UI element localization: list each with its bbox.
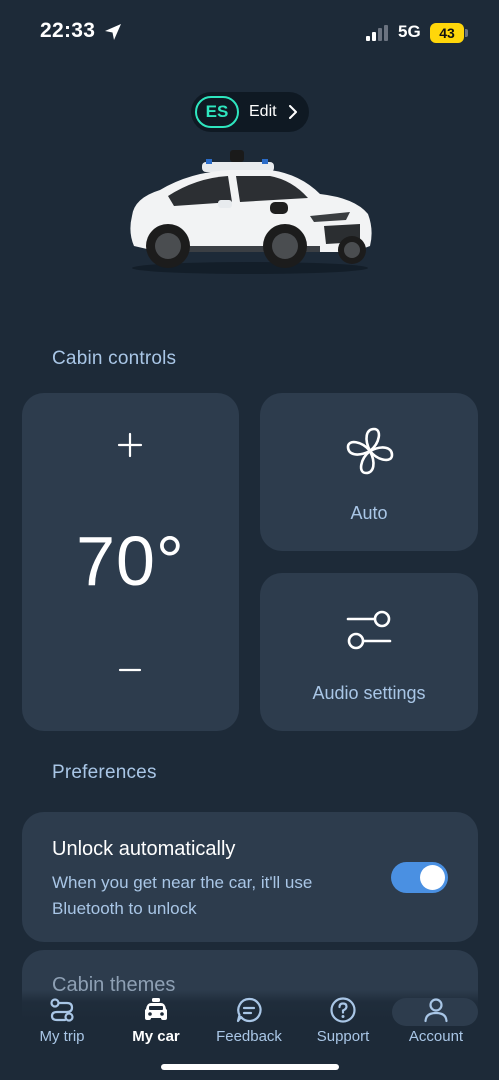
nav-label-my-car: My car [132, 1028, 180, 1045]
fan-label: Auto [350, 503, 388, 523]
help-icon [330, 997, 356, 1023]
nav-my-car[interactable]: My car [111, 996, 201, 1052]
home-indicator [161, 1064, 339, 1070]
chat-icon [236, 997, 262, 1023]
chevron-right-icon [289, 105, 297, 119]
minus-icon[interactable] [118, 658, 142, 682]
nav-label-feedback: Feedback [216, 1028, 282, 1045]
route-icon [50, 998, 74, 1022]
cabin-controls-title: Cabin controls [52, 348, 177, 369]
edit-label: Edit [249, 103, 277, 120]
unlock-toggle[interactable] [391, 862, 448, 893]
status-bar: 22:33 5G 43 [0, 0, 499, 66]
nav-my-trip[interactable]: My trip [17, 996, 107, 1052]
nav-label-account: Account [408, 1028, 464, 1045]
nav-label-support: Support [316, 1028, 370, 1045]
audio-settings-button[interactable]: Audio settings [260, 573, 478, 731]
car-icon [145, 998, 167, 1020]
preferences-title: Preferences [52, 762, 157, 783]
nav-label-my-trip: My trip [39, 1028, 85, 1045]
battery-cap [465, 29, 468, 37]
unlock-title: Unlock automatically [52, 838, 236, 860]
unlock-description: When you get near the car, it'll use Blu… [52, 873, 313, 918]
my-car-screen: 22:33 5G 43 ES Edit Cabin controls 70° A… [0, 0, 499, 1080]
sliders-icon [346, 610, 392, 650]
signal-strength-icon [366, 25, 388, 41]
plus-icon[interactable] [116, 431, 144, 459]
nav-account[interactable]: Account [391, 996, 481, 1052]
nav-feedback[interactable]: Feedback [204, 996, 294, 1052]
status-time: 22:33 [40, 19, 96, 42]
audio-label: Audio settings [312, 683, 426, 703]
unlock-automatically-card: Unlock automatically When you get near t… [22, 812, 478, 942]
rider-edit-button[interactable]: ES Edit [191, 92, 309, 132]
rider-initials-badge: ES [195, 96, 239, 128]
toggle-knob [420, 865, 445, 890]
temperature-value: 70° [76, 522, 185, 600]
car-image [130, 150, 372, 274]
fan-auto-button[interactable]: Auto [260, 393, 478, 551]
network-type: 5G [398, 22, 421, 41]
person-icon [424, 998, 448, 1023]
location-arrow-icon [105, 24, 121, 40]
battery-indicator: 43 [430, 23, 464, 43]
nav-support[interactable]: Support [298, 996, 388, 1052]
temperature-card: 70° [22, 393, 239, 731]
fan-icon [346, 427, 394, 475]
